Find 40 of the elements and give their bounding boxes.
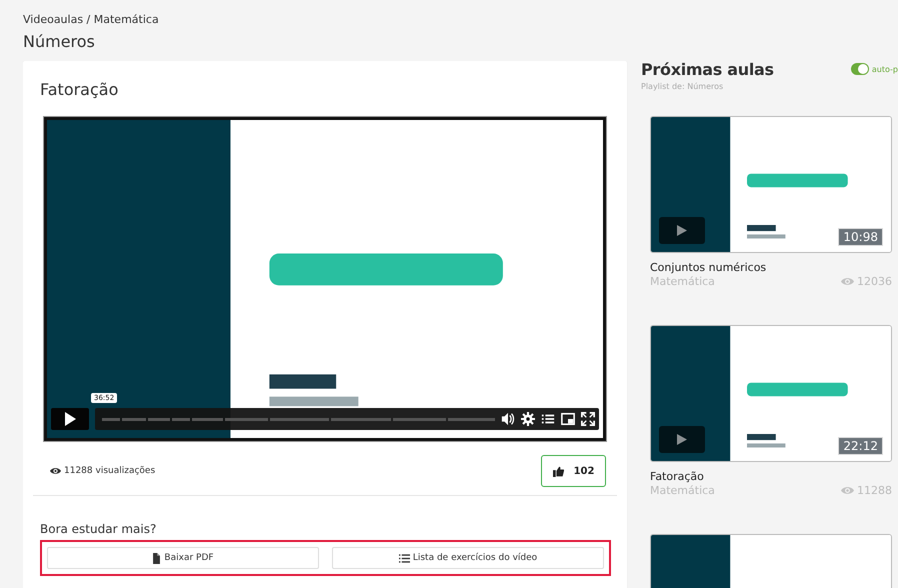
chapters-icon[interactable] — [541, 412, 555, 426]
view-count: 11288 — [857, 484, 892, 497]
page-title: Números — [23, 32, 96, 51]
view-count: 12036 — [857, 275, 892, 288]
play-icon — [64, 412, 76, 426]
progress-track[interactable] — [102, 418, 495, 420]
section-heading: Bora estudar mais? — [40, 522, 156, 536]
playlist-subtitle: Playlist de: Números — [641, 82, 724, 91]
download-button[interactable]: Baixar PDF — [47, 547, 319, 569]
file-icon — [152, 552, 162, 564]
autoplay-label: auto-p — [872, 64, 898, 74]
video-title[interactable]: Fatoração — [650, 470, 704, 483]
video-thumbnail[interactable]: 22:12 — [650, 325, 892, 462]
eye-icon — [841, 277, 854, 286]
fullscreen-icon[interactable] — [581, 412, 595, 426]
eye-icon — [50, 467, 61, 475]
eye-icon — [841, 486, 854, 495]
play-icon — [677, 225, 687, 236]
playlist-title: Próximas aulas — [641, 61, 774, 79]
list-icon — [398, 552, 410, 564]
video-title[interactable]: Conjuntos numéricos — [650, 261, 766, 274]
thumbs-up-icon — [552, 466, 564, 476]
play-button[interactable] — [51, 408, 89, 430]
breadcrumb[interactable]: Videoaulas / Matemática — [23, 13, 159, 26]
subject-label: Matemática — [650, 275, 715, 288]
volume-icon[interactable] — [501, 412, 515, 426]
play-button[interactable] — [659, 426, 705, 453]
lesson-title: Fatoração — [40, 80, 118, 99]
exercise-list-button[interactable]: Lista de exercícios do vídeo — [332, 547, 604, 569]
view-count: 11288 visualizações — [64, 466, 156, 476]
like-button[interactable]: 102 — [541, 455, 606, 487]
duration-badge: 10:98 — [838, 228, 883, 246]
play-button[interactable] — [659, 217, 705, 244]
subject-label: Matemática — [650, 484, 715, 497]
picture-in-picture-icon[interactable] — [561, 412, 575, 426]
autoplay-toggle[interactable] — [850, 63, 869, 75]
settings-icon[interactable] — [521, 412, 535, 426]
duration-badge: 22:12 — [838, 437, 883, 455]
play-icon — [677, 434, 687, 445]
video-thumbnail[interactable]: 10:98 — [650, 116, 892, 253]
